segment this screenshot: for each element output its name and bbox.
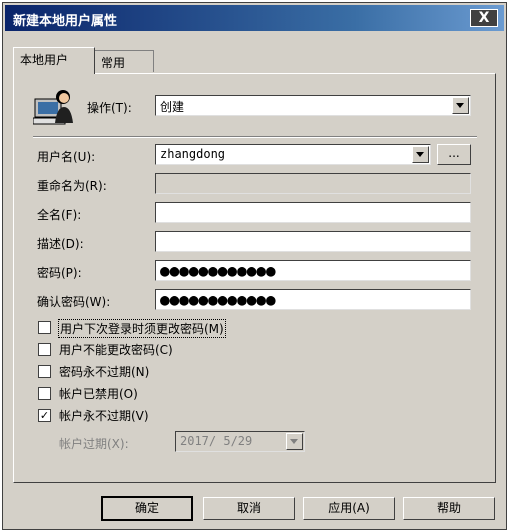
username-combobox[interactable]: zhangdong — [155, 144, 431, 165]
close-icon: X — [478, 10, 490, 26]
checkbox-password-never-expires[interactable] — [38, 365, 51, 378]
expiry-dropdown-arrow — [286, 433, 303, 450]
cancel-label: 取消 — [236, 501, 261, 515]
username-dropdown-arrow[interactable] — [412, 146, 429, 163]
checkbox-must-change-password[interactable] — [38, 321, 51, 334]
checkbox-label: 用户不能更改密码(C) — [59, 343, 173, 357]
checkbox-account-never-expires[interactable]: ✓ — [38, 409, 51, 422]
help-label: 帮助 — [436, 501, 461, 515]
username-value: zhangdong — [160, 147, 226, 161]
apply-label: 应用(A) — [328, 501, 370, 515]
checkbox-account-disabled[interactable] — [38, 387, 51, 400]
user-computer-icon — [33, 90, 73, 125]
browse-label: ... — [448, 146, 460, 160]
tab-general[interactable]: 常用 — [94, 50, 154, 72]
action-select[interactable]: 创建 — [155, 95, 471, 116]
tab-label: 常用 — [101, 56, 126, 70]
dialog-window: 新建本地用户属性 X 本地用户 常用 操作(T): 创建 用户名(U): zha… — [2, 2, 507, 530]
checkbox-cannot-change-password[interactable] — [38, 343, 51, 356]
ok-button[interactable]: 确定 — [101, 496, 193, 521]
tab-label: 本地用户 — [20, 53, 69, 67]
description-field[interactable] — [155, 231, 471, 252]
help-button[interactable]: 帮助 — [403, 497, 495, 520]
ok-label: 确定 — [134, 501, 159, 515]
divider — [33, 136, 477, 138]
username-label: 用户名(U): — [37, 150, 96, 164]
expiry-value: 2017/ 5/29 — [180, 434, 253, 448]
description-label: 描述(D): — [37, 237, 84, 251]
checkbox-label: 密码永不过期(N) — [59, 365, 150, 379]
tab-local-user[interactable]: 本地用户 — [13, 47, 95, 74]
checkbox-label: 帐户已禁用(O) — [59, 387, 138, 401]
apply-button[interactable]: 应用(A) — [303, 497, 395, 520]
action-dropdown-arrow[interactable] — [452, 97, 469, 114]
check-mark-icon: ✓ — [39, 409, 50, 422]
window-title: 新建本地用户属性 — [13, 14, 118, 29]
confirm-password-value: ●●●●●●●●●●●● — [160, 290, 276, 309]
fullname-field[interactable] — [155, 202, 471, 223]
browse-button[interactable]: ... — [437, 144, 471, 165]
fullname-label: 全名(F): — [37, 208, 82, 222]
password-field[interactable]: ●●●●●●●●●●●● — [155, 260, 471, 281]
close-button[interactable]: X — [470, 9, 498, 27]
checkbox-label: 帐户永不过期(V) — [59, 409, 149, 423]
cancel-button[interactable]: 取消 — [203, 497, 295, 520]
title-bar[interactable]: 新建本地用户属性 X — [5, 5, 504, 31]
action-value: 创建 — [160, 100, 185, 114]
rename-label: 重命名为(R): — [37, 179, 107, 193]
confirm-password-label: 确认密码(W): — [37, 295, 111, 309]
password-label: 密码(P): — [37, 266, 82, 280]
rename-field — [155, 173, 471, 194]
action-label: 操作(T): — [87, 101, 132, 115]
password-value: ●●●●●●●●●●●● — [160, 261, 276, 280]
confirm-password-field[interactable]: ●●●●●●●●●●●● — [155, 289, 471, 310]
expiry-label: 帐户过期(X): — [59, 437, 129, 451]
checkbox-label: 用户下次登录时须更改密码(M) — [58, 319, 226, 338]
